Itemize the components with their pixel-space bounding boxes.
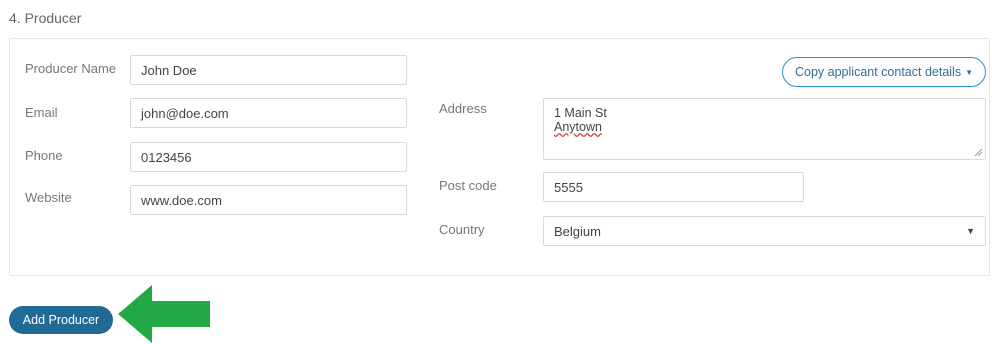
caret-down-icon: ▼ — [965, 67, 973, 77]
phone-label: Phone — [25, 148, 63, 163]
country-select[interactable]: Belgium ▼ — [543, 216, 986, 246]
arrow-left-icon — [118, 285, 210, 343]
phone-input[interactable]: 0123456 — [130, 142, 407, 172]
website-input[interactable]: www.doe.com — [130, 185, 407, 215]
address-line-2: Anytown — [554, 120, 602, 134]
postcode-input[interactable]: 5555 — [543, 172, 804, 202]
country-select-value: Belgium — [554, 223, 601, 239]
address-line-1: 1 Main St — [554, 106, 607, 120]
website-label: Website — [25, 190, 72, 205]
copy-applicant-contact-button[interactable]: Copy applicant contact details ▼ — [782, 57, 986, 87]
producer-name-input[interactable]: John Doe — [130, 55, 407, 85]
copy-applicant-contact-label: Copy applicant contact details — [795, 65, 962, 79]
producer-name-label: Producer Name — [25, 61, 117, 76]
address-textarea[interactable]: 1 Main St Anytown — [543, 98, 986, 160]
address-label: Address — [439, 101, 487, 116]
email-input[interactable]: john@doe.com — [130, 98, 407, 128]
email-label: Email — [25, 105, 58, 120]
resize-grip-icon[interactable] — [974, 148, 982, 156]
caret-down-icon: ▼ — [966, 226, 975, 236]
add-producer-button[interactable]: Add Producer — [9, 306, 113, 334]
section-title: 4. Producer — [9, 10, 82, 26]
postcode-label: Post code — [439, 178, 497, 193]
country-label: Country — [439, 222, 485, 237]
